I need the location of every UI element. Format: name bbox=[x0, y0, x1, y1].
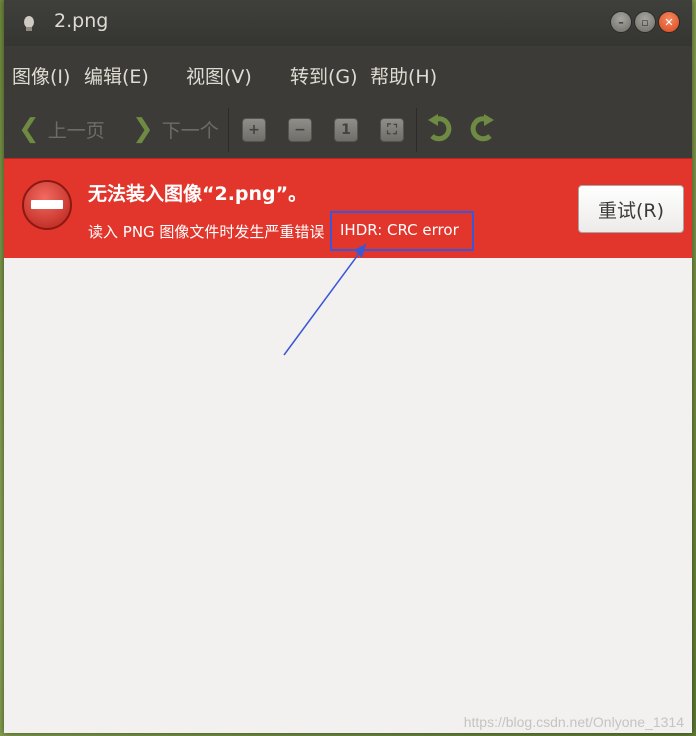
retry-button[interactable]: 重试(R) bbox=[578, 185, 684, 233]
menu-go[interactable]: 转到(G) bbox=[290, 62, 358, 89]
rotate-left-icon[interactable] bbox=[426, 114, 452, 144]
window-controls: – ▫ ✕ bbox=[610, 11, 680, 33]
chevron-right-icon: ❯ bbox=[132, 114, 154, 144]
chevron-left-icon: ❮ bbox=[18, 114, 40, 144]
next-label: 下一个 bbox=[161, 119, 219, 142]
error-infobar: 无法装入图像“2.png”。 读入 PNG 图像文件时发生严重错误 IHDR: … bbox=[4, 158, 692, 259]
rotate-right-icon[interactable] bbox=[470, 114, 496, 144]
menu-view[interactable]: 视图(V) bbox=[186, 62, 252, 89]
title-bar[interactable]: 2.png – ▫ ✕ bbox=[4, 0, 692, 46]
close-icon[interactable]: ✕ bbox=[658, 11, 680, 33]
minimize-icon[interactable]: – bbox=[610, 11, 632, 33]
zoom-in-icon[interactable]: + bbox=[242, 118, 266, 142]
toolbar-separator bbox=[228, 108, 229, 152]
maximize-icon[interactable]: ▫ bbox=[634, 11, 656, 33]
window-title: 2.png bbox=[54, 10, 109, 32]
next-button[interactable]: ❯ 下一个 bbox=[132, 114, 219, 144]
error-title: 无法装入图像“2.png”。 bbox=[88, 183, 308, 205]
error-detail: 读入 PNG 图像文件时发生严重错误 bbox=[88, 223, 325, 241]
zoom-out-icon[interactable]: − bbox=[288, 118, 312, 142]
error-icon bbox=[22, 180, 72, 230]
viewer-icon bbox=[24, 16, 34, 31]
watermark: https://blog.csdn.net/Onlyone_1314 bbox=[463, 714, 684, 730]
normal-size-icon[interactable]: 1 bbox=[334, 118, 358, 142]
best-fit-icon[interactable]: ⛶ bbox=[380, 118, 404, 142]
toolbar-separator bbox=[416, 108, 417, 152]
menu-bar: 图像(I) 编辑(E) 视图(V) 转到(G) 帮助(H) bbox=[4, 46, 692, 102]
annotation-highlight-box bbox=[330, 211, 474, 251]
menu-edit[interactable]: 编辑(E) bbox=[84, 62, 149, 89]
image-viewer-window: 2.png – ▫ ✕ 图像(I) 编辑(E) 视图(V) 转到(G) 帮助(H… bbox=[4, 0, 692, 733]
error-icon-bar bbox=[31, 200, 63, 209]
prev-label: 上一页 bbox=[47, 119, 105, 142]
prev-button[interactable]: ❮ 上一页 bbox=[18, 114, 105, 144]
toolbar: ❮ 上一页 ❯ 下一个 + − 1 ⛶ bbox=[4, 102, 692, 158]
image-canvas bbox=[4, 258, 692, 733]
menu-image[interactable]: 图像(I) bbox=[12, 62, 70, 89]
menu-help[interactable]: 帮助(H) bbox=[370, 62, 437, 89]
